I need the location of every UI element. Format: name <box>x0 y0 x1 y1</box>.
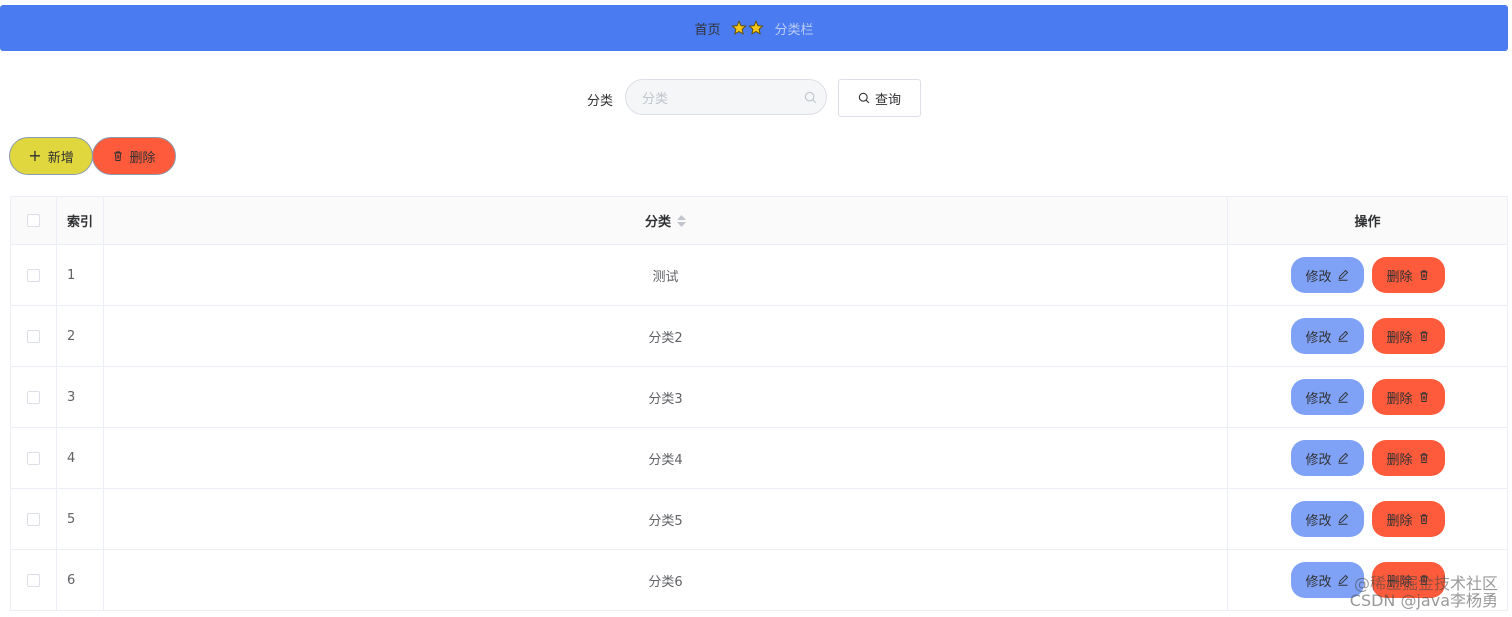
edit-icon <box>1338 391 1348 403</box>
delete-button[interactable]: 删除 <box>1371 379 1445 415</box>
table-row: 1 测试 修改 删除 <box>11 245 1507 306</box>
delete-button-label: 删除 <box>1386 452 1413 468</box>
row-index: 5 <box>57 489 104 549</box>
search-icon <box>804 91 817 104</box>
row-category: 分类4 <box>104 428 1228 488</box>
search-form: 分类 查询 <box>0 79 1512 117</box>
search-input[interactable] <box>640 89 794 109</box>
trash-icon <box>1419 270 1428 280</box>
batch-delete-label: 删除 <box>129 150 156 166</box>
edit-icon <box>1338 269 1348 281</box>
edit-button-label: 修改 <box>1305 391 1332 407</box>
query-button-label: 查询 <box>874 92 901 108</box>
delete-button-label: 删除 <box>1386 574 1413 590</box>
batch-delete-button[interactable]: 删除 <box>92 137 176 175</box>
edit-button-label: 修改 <box>1305 513 1332 529</box>
header-index: 索引 <box>57 197 104 244</box>
delete-button-label: 删除 <box>1386 391 1413 407</box>
row-checkbox[interactable] <box>27 451 40 465</box>
delete-button-label: 删除 <box>1386 330 1413 346</box>
category-table: 索引 分类 操作 1 测试 修改 删除 2 分类2 修改 删除 3 分类3 修改 <box>10 196 1508 611</box>
header-category[interactable]: 分类 <box>104 197 1228 244</box>
breadcrumb-current: 分类栏 <box>774 22 814 38</box>
row-checkbox[interactable] <box>27 512 40 526</box>
top-navbar: 首页 分类栏 <box>0 5 1508 51</box>
edit-button[interactable]: 修改 <box>1290 257 1364 293</box>
table-row: 4 分类4 修改 删除 <box>11 428 1507 489</box>
search-icon <box>858 92 870 104</box>
trash-icon <box>1419 392 1428 402</box>
delete-button[interactable]: 删除 <box>1371 562 1445 598</box>
edit-button-label: 修改 <box>1305 330 1332 346</box>
row-category: 分类6 <box>104 550 1228 610</box>
delete-button[interactable]: 删除 <box>1371 318 1445 354</box>
breadcrumb-separator <box>730 20 765 36</box>
row-category: 测试 <box>104 245 1228 305</box>
row-checkbox[interactable] <box>27 390 40 404</box>
trash-icon <box>1419 331 1428 341</box>
delete-button[interactable]: 删除 <box>1371 501 1445 537</box>
row-checkbox[interactable] <box>27 268 40 282</box>
header-check-cell <box>11 197 57 244</box>
row-index: 1 <box>57 245 104 305</box>
trash-icon <box>1419 514 1428 524</box>
table-row: 3 分类3 修改 删除 <box>11 367 1507 428</box>
header-category-label: 分类 <box>644 215 671 230</box>
delete-button[interactable]: 删除 <box>1371 257 1445 293</box>
trash-icon <box>1419 575 1428 585</box>
plus-icon: + <box>28 146 42 165</box>
row-index: 4 <box>57 428 104 488</box>
edit-button[interactable]: 修改 <box>1290 318 1364 354</box>
edit-button-label: 修改 <box>1305 452 1332 468</box>
row-category: 分类2 <box>104 306 1228 366</box>
star-icon <box>747 20 764 35</box>
row-category: 分类5 <box>104 489 1228 549</box>
edit-button[interactable]: 修改 <box>1290 379 1364 415</box>
row-checkbox[interactable] <box>27 329 40 343</box>
row-index: 6 <box>57 550 104 610</box>
trash-icon <box>1419 453 1428 463</box>
trash-icon <box>114 151 123 161</box>
delete-button[interactable]: 删除 <box>1371 440 1445 476</box>
delete-button-label: 删除 <box>1386 269 1413 285</box>
row-index: 2 <box>57 306 104 366</box>
edit-button-label: 修改 <box>1305 269 1332 285</box>
edit-icon <box>1338 513 1348 525</box>
breadcrumb: 首页 分类栏 <box>694 19 814 38</box>
row-index: 3 <box>57 367 104 427</box>
edit-button[interactable]: 修改 <box>1290 562 1364 598</box>
search-input-wrapper[interactable] <box>625 79 827 115</box>
add-button-label: 新增 <box>47 150 74 166</box>
header-operation: 操作 <box>1354 215 1381 230</box>
edit-button[interactable]: 修改 <box>1290 440 1364 476</box>
star-icon <box>730 20 747 35</box>
row-category: 分类3 <box>104 367 1228 427</box>
edit-icon <box>1338 574 1348 586</box>
edit-icon <box>1338 330 1348 342</box>
table-header: 索引 分类 操作 <box>11 197 1507 245</box>
edit-icon <box>1338 452 1348 464</box>
table-row: 6 分类6 修改 删除 <box>11 550 1507 611</box>
row-checkbox[interactable] <box>27 573 40 587</box>
sort-icon[interactable] <box>677 214 686 227</box>
delete-button-label: 删除 <box>1386 513 1413 529</box>
search-label: 分类 <box>587 94 614 109</box>
query-button[interactable]: 查询 <box>838 79 921 117</box>
table-row: 5 分类5 修改 删除 <box>11 489 1507 550</box>
add-button[interactable]: + 新增 <box>9 137 93 175</box>
edit-button-label: 修改 <box>1305 574 1332 590</box>
table-row: 2 分类2 修改 删除 <box>11 306 1507 367</box>
select-all-checkbox[interactable] <box>27 214 40 227</box>
edit-button[interactable]: 修改 <box>1290 501 1364 537</box>
breadcrumb-home[interactable]: 首页 <box>694 19 720 38</box>
